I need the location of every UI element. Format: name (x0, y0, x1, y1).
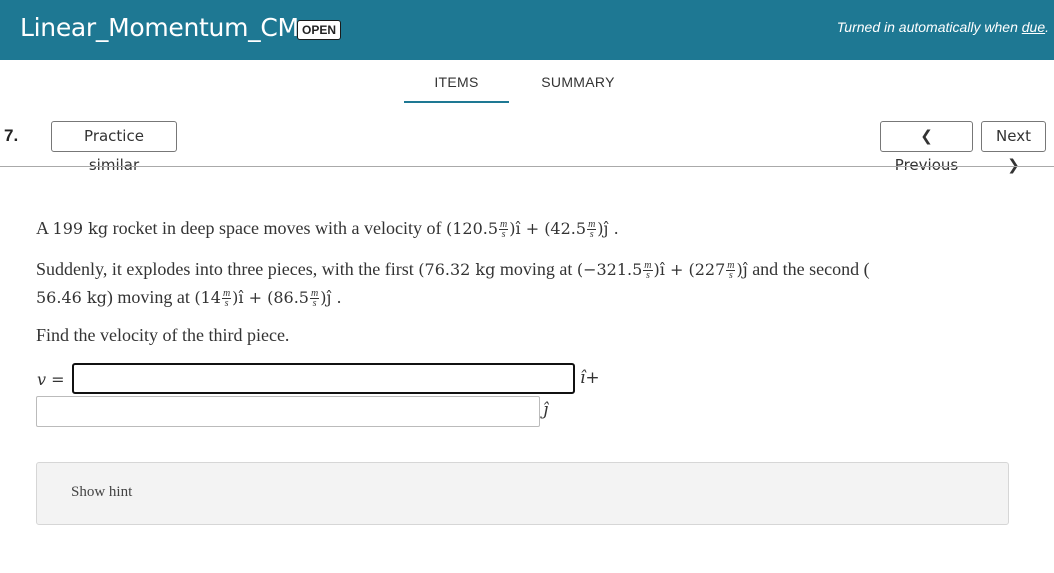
piece2-mass: 56.46 kg (36, 288, 107, 307)
problem-line-1: A 199 kg rocket in deep space moves with… (36, 218, 619, 241)
problem-text: moving at (495, 259, 577, 279)
piece2-velocity-x: (14 (194, 288, 221, 307)
previous-label: Previous (894, 156, 959, 174)
j-hat-suffix: ȷ̂ (543, 400, 549, 420)
unit-denominator: s (589, 229, 594, 241)
hint-panel[interactable]: Show hint (36, 462, 1009, 525)
unit-fraction: ms (221, 289, 232, 310)
rocket-mass: 199 kg (52, 219, 109, 238)
piece1-velocity-y: )ı̂ + (227 (653, 260, 726, 279)
unit-denominator: s (312, 298, 317, 310)
problem-line-3: 56.46 kg) moving at (14 m s)ı̂ + (86.5 m s)ȷ… (36, 287, 342, 310)
piece1-velocity-x: (−321.5 (576, 260, 643, 279)
next-button[interactable]: Next ❯ (981, 121, 1046, 174)
next-label: Next (996, 127, 1031, 145)
problem-line-2: Suddenly, it explodes into three pieces,… (36, 259, 870, 282)
problem-text: and the second ( (747, 259, 870, 279)
unit-denominator: s (645, 270, 650, 282)
i-hat-suffix: ı̂+ (580, 368, 600, 388)
velocity-label: v = (37, 370, 65, 389)
chevron-right-icon: ❯ (1007, 156, 1020, 174)
unit-denominator: s (501, 229, 506, 241)
velocity-i-input[interactable] (72, 363, 575, 394)
rocket-velocity-y: )ı̂ + (42.5 (509, 219, 587, 238)
problem-text: )ȷ̂ (736, 260, 748, 279)
unit-fraction: ms (309, 289, 320, 310)
problem-text: rocket in deep space moves with a veloci… (108, 218, 446, 238)
rocket-velocity-x: (120.5 (445, 219, 499, 238)
view-tabs: ITEMS SUMMARY (0, 60, 1054, 105)
practice-similar-button[interactable]: Practice similar (51, 121, 177, 174)
problem-question: Find the velocity of the third piece. (36, 325, 290, 345)
active-tab-indicator (404, 101, 509, 103)
show-hint-link[interactable]: Show hint (71, 484, 132, 501)
unit-denominator: s (224, 298, 229, 310)
chevron-left-icon: ❮ (920, 127, 933, 145)
due-note-suffix: . (1045, 19, 1049, 35)
tab-items[interactable]: ITEMS (404, 74, 509, 90)
unit-fraction: ms (499, 220, 509, 241)
problem-text: A (36, 218, 53, 238)
unit-denominator: s (728, 270, 733, 282)
unit-fraction: ms (726, 261, 736, 282)
previous-button[interactable]: ❮ Previous (880, 121, 973, 174)
due-note-prefix: Turned in automatically when (836, 19, 1022, 35)
due-link[interactable]: due (1022, 19, 1045, 35)
assignment-header: Linear_Momentum_CM OPEN Turned in automa… (0, 0, 1054, 60)
problem-text: Suddenly, it explodes into three pieces,… (36, 259, 419, 279)
question-number: 7. (4, 126, 19, 145)
unit-fraction: ms (587, 220, 597, 241)
unit-fraction: ms (643, 261, 653, 282)
problem-text: ) moving at (106, 287, 195, 307)
due-note: Turned in automatically when due. (837, 19, 1049, 35)
toolbar-divider (0, 166, 1054, 167)
assignment-title: Linear_Momentum_CM (20, 13, 299, 42)
problem-text: )ȷ̂ . (597, 219, 619, 238)
velocity-j-input[interactable] (36, 396, 540, 427)
open-status-badge: OPEN (297, 20, 342, 40)
problem-text: )ȷ̂ . (320, 288, 342, 307)
piece2-velocity-y: )ı̂ + (86.5 (232, 288, 309, 307)
tab-summary[interactable]: SUMMARY (528, 74, 628, 90)
piece1-mass: (76.32 kg (418, 260, 496, 279)
